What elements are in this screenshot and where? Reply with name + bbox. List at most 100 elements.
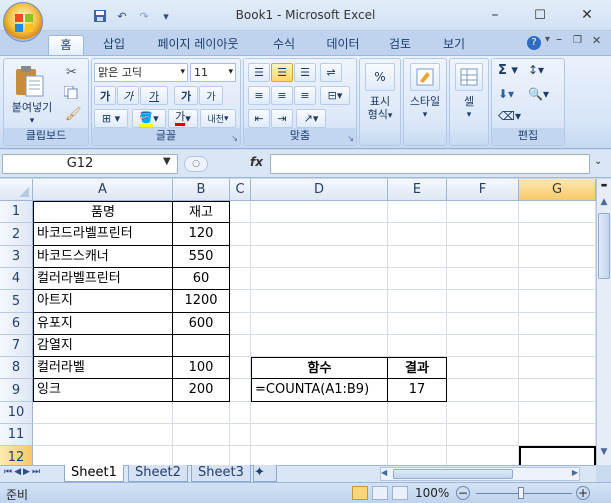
paste-button[interactable]: 붙여넣기 — [6, 101, 58, 114]
cell-e9[interactable]: 17 — [388, 379, 447, 402]
cell-g5[interactable] — [519, 290, 596, 313]
cell-e10[interactable] — [388, 402, 447, 424]
row-header-11[interactable]: 11 — [0, 424, 33, 446]
shrink-font-button[interactable]: 가 — [199, 86, 223, 105]
row-header-10[interactable]: 10 — [0, 402, 33, 424]
find-select-icon[interactable]: 🔍▾ — [528, 87, 549, 101]
scroll-up-icon[interactable]: ▲ — [598, 197, 610, 211]
vertical-scroll-thumb[interactable] — [598, 213, 610, 279]
sheet-tab-3[interactable]: Sheet3 — [191, 465, 251, 482]
cell-c11[interactable] — [230, 424, 251, 446]
underline-button[interactable]: 가 — [140, 86, 168, 105]
cell-d3[interactable] — [251, 246, 388, 268]
cell-b11[interactable] — [173, 424, 230, 446]
expand-formula-bar-icon[interactable]: ⌄ — [594, 156, 602, 167]
format-painter-icon[interactable]: 🖌 — [65, 107, 82, 122]
cell-c2[interactable] — [230, 223, 251, 246]
cell-b10[interactable] — [173, 402, 230, 424]
formula-bar-splitter-icon[interactable]: ○ — [184, 156, 208, 172]
formula-input[interactable] — [270, 154, 590, 174]
cell-f5[interactable] — [447, 290, 519, 313]
select-all-corner[interactable] — [0, 179, 33, 201]
italic-button[interactable]: 가 — [117, 86, 139, 105]
cell-f6[interactable] — [447, 313, 519, 335]
cell-e8[interactable]: 결과 — [388, 357, 447, 379]
cell-e1[interactable] — [388, 201, 447, 223]
paste-icon[interactable] — [12, 63, 48, 99]
cell-b7[interactable] — [173, 335, 230, 357]
cell-b8[interactable]: 100 — [173, 357, 230, 379]
cell-c10[interactable] — [230, 402, 251, 424]
font-size-combobox[interactable]: 11 ▾ — [190, 63, 236, 82]
cell-f4[interactable] — [447, 268, 519, 290]
row-header-6[interactable]: 6 — [0, 313, 33, 335]
row-header-5[interactable]: 5 — [0, 290, 33, 313]
cell-b1[interactable]: 재고 — [173, 201, 230, 223]
cell-d11[interactable] — [251, 424, 388, 446]
cell-c1[interactable] — [230, 201, 251, 223]
cell-d10[interactable] — [251, 402, 388, 424]
tab-data[interactable]: 데이터 — [318, 35, 368, 55]
page-layout-view-icon[interactable] — [372, 486, 388, 500]
tab-formulas[interactable]: 수식 — [262, 35, 306, 55]
cells-button[interactable]: 셀 — [450, 95, 488, 108]
column-header-d[interactable]: D — [251, 179, 388, 201]
cell-d5[interactable] — [251, 290, 388, 313]
cell-d7[interactable] — [251, 335, 388, 357]
cell-e6[interactable] — [388, 313, 447, 335]
column-header-f[interactable]: F — [447, 179, 519, 201]
align-top-button[interactable]: ☰ — [248, 63, 270, 82]
cell-e5[interactable] — [388, 290, 447, 313]
cell-c8[interactable] — [230, 357, 251, 379]
dialog-launcher-icon[interactable]: ↘ — [347, 134, 354, 143]
font-name-combobox[interactable]: 맑은 고딕 ▾ — [94, 63, 188, 82]
wrap-text-button[interactable]: ⇌ — [320, 63, 342, 82]
column-header-g[interactable]: G — [519, 179, 596, 201]
cell-b12[interactable] — [173, 446, 230, 465]
cell-e11[interactable] — [388, 424, 447, 446]
insert-function-button[interactable]: fx — [250, 155, 263, 169]
cell-f8[interactable] — [447, 357, 519, 379]
cell-e3[interactable] — [388, 246, 447, 268]
cell-e2[interactable] — [388, 223, 447, 246]
cell-b5[interactable]: 1200 — [173, 290, 230, 313]
sheet-tab-2[interactable]: Sheet2 — [128, 465, 188, 482]
cell-f2[interactable] — [447, 223, 519, 246]
phonetic-guide-button[interactable]: 내천 ▾ — [200, 109, 236, 128]
cell-a5[interactable]: 아트지 — [33, 290, 173, 313]
font-color-button[interactable]: 가 ▾ — [168, 109, 198, 128]
increase-indent-button[interactable]: ⇥ — [271, 109, 293, 128]
close-button[interactable]: ✕ — [572, 4, 602, 26]
column-header-c[interactable]: C — [230, 179, 251, 201]
autosum-icon[interactable]: Σ ▾ — [498, 63, 518, 78]
row-header-8[interactable]: 8 — [0, 357, 33, 379]
cell-c6[interactable] — [230, 313, 251, 335]
decrease-indent-button[interactable]: ⇤ — [248, 109, 270, 128]
cell-g11[interactable] — [519, 424, 596, 446]
align-right-button[interactable]: ≡ — [294, 86, 316, 105]
cell-d1[interactable] — [251, 201, 388, 223]
horizontal-scroll-thumb[interactable] — [393, 469, 513, 479]
tab-home[interactable]: 홈 — [48, 35, 84, 55]
cell-f1[interactable] — [447, 201, 519, 223]
row-header-3[interactable]: 3 — [0, 246, 33, 268]
cell-a6[interactable]: 유포지 — [33, 313, 173, 335]
cell-g3[interactable] — [519, 246, 596, 268]
copy-icon[interactable] — [63, 85, 78, 100]
cells-icon[interactable] — [455, 63, 483, 91]
minimize-button[interactable]: – — [480, 4, 510, 26]
office-button[interactable] — [3, 2, 43, 42]
cell-g4[interactable] — [519, 268, 596, 290]
cell-b9[interactable]: 200 — [173, 379, 230, 402]
horizontal-scrollbar[interactable]: ◀ ▶ — [380, 467, 580, 481]
cell-g9[interactable] — [519, 379, 596, 402]
insert-sheet-icon[interactable]: ✦ — [253, 465, 277, 482]
help-dropdown-icon[interactable]: ▾ — [545, 34, 550, 45]
cell-b4[interactable]: 60 — [173, 268, 230, 290]
align-center-button[interactable]: ≡ — [271, 86, 293, 105]
fill-icon[interactable]: ⬇▾ — [498, 87, 514, 101]
cell-g6[interactable] — [519, 313, 596, 335]
cell-e4[interactable] — [388, 268, 447, 290]
cell-f12[interactable] — [447, 446, 519, 465]
workbook-restore-button[interactable]: ❐ — [573, 35, 582, 46]
